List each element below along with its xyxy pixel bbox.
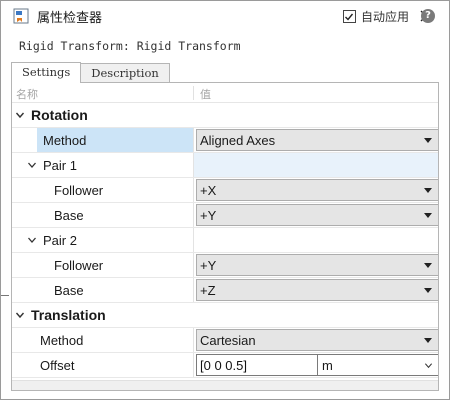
group-label: Translation: [31, 307, 106, 323]
horizontal-scrollbar[interactable]: [12, 380, 438, 390]
column-separator: [193, 86, 194, 100]
checkmark-icon: [345, 13, 354, 21]
group-rotation[interactable]: Rotation: [12, 103, 438, 128]
subgroup-value-cell: [193, 228, 438, 252]
subgroup-label: Pair 1: [43, 157, 77, 173]
window-title: 属性检查器: [37, 9, 103, 25]
auto-apply-toggle[interactable]: 自动应用: [342, 8, 409, 25]
subgroup-label: Pair 2: [43, 232, 77, 248]
param-row-translation-method[interactable]: Method Cartesian: [12, 328, 438, 353]
param-row-rotation-method[interactable]: Method Aligned Axes: [12, 128, 438, 153]
settings-panel: 名称 值 Rotation Method Aligned Axes Pair 1…: [11, 82, 439, 391]
subgroup-pair-1[interactable]: Pair 1: [12, 153, 438, 178]
unit-value: m: [322, 357, 333, 373]
value-column-header: 值: [200, 89, 211, 101]
caret-down-icon: [424, 338, 432, 343]
param-label: Follower: [54, 257, 104, 273]
param-row-pair1-follower[interactable]: Follower +X: [12, 178, 438, 203]
subgroup-pair-2[interactable]: Pair 2: [12, 228, 438, 253]
group-translation[interactable]: Translation: [12, 303, 438, 328]
param-row-pair2-base[interactable]: Base +Z: [12, 278, 438, 303]
auto-apply-checkbox[interactable]: [342, 10, 356, 23]
rotation-method-dropdown[interactable]: Aligned Axes: [196, 129, 438, 151]
chevron-down-icon: [424, 363, 433, 369]
column-header: 名称 值: [12, 83, 438, 103]
param-row-pair2-follower[interactable]: Follower +Y: [12, 253, 438, 278]
dropdown-value: Cartesian: [200, 332, 256, 348]
pair1-base-dropdown[interactable]: +Y: [196, 204, 438, 226]
dropdown-value: +Z: [200, 282, 216, 298]
param-label: Method: [43, 132, 87, 148]
chevron-down-icon[interactable]: [27, 160, 37, 170]
caret-down-icon: [424, 188, 432, 193]
pair2-base-dropdown[interactable]: +Z: [196, 279, 438, 301]
caret-down-icon: [424, 288, 432, 293]
param-row-pair1-base[interactable]: Base +Y: [12, 203, 438, 228]
property-inspector-window: 属性检查器 Rigid Transform: Rigid Transform 自…: [0, 0, 450, 400]
auto-apply-label: 自动应用: [360, 10, 409, 24]
dropdown-value: Aligned Axes: [200, 132, 276, 148]
caret-down-icon: [424, 213, 432, 218]
block-header: Rigid Transform: Rigid Transform: [1, 31, 449, 61]
name-column-header: 名称: [16, 89, 38, 101]
block-path: Rigid Transform: Rigid Transform: [19, 39, 241, 53]
offset-unit-dropdown[interactable]: m: [317, 354, 438, 376]
chevron-down-icon[interactable]: [15, 310, 25, 320]
subgroup-value-cell: [193, 153, 438, 177]
param-row-offset[interactable]: Offset m: [12, 353, 438, 378]
dropdown-value: +X: [200, 182, 217, 198]
translation-method-dropdown[interactable]: Cartesian: [196, 329, 438, 351]
param-label: Base: [54, 282, 84, 298]
param-label: Base: [54, 207, 84, 223]
chevron-down-icon[interactable]: [27, 235, 37, 245]
window-edge-marker: [1, 295, 9, 296]
dropdown-value: +Y: [200, 257, 217, 273]
offset-input[interactable]: [196, 354, 318, 376]
help-icon[interactable]: ?: [421, 9, 435, 23]
tab-bar: Settings Description: [11, 62, 170, 83]
property-inspector-icon: [13, 8, 29, 24]
chevron-down-icon[interactable]: [15, 110, 25, 120]
tab-description[interactable]: Description: [80, 63, 170, 83]
pair2-follower-dropdown[interactable]: +Y: [196, 254, 438, 276]
tab-settings[interactable]: Settings: [11, 62, 82, 83]
caret-down-icon: [424, 138, 432, 143]
param-label: Offset: [40, 357, 75, 373]
group-label: Rotation: [31, 107, 88, 123]
dropdown-value: +Y: [200, 207, 217, 223]
pair1-follower-dropdown[interactable]: +X: [196, 179, 438, 201]
param-label: Follower: [54, 182, 104, 198]
caret-down-icon: [424, 263, 432, 268]
param-label: Method: [40, 332, 84, 348]
